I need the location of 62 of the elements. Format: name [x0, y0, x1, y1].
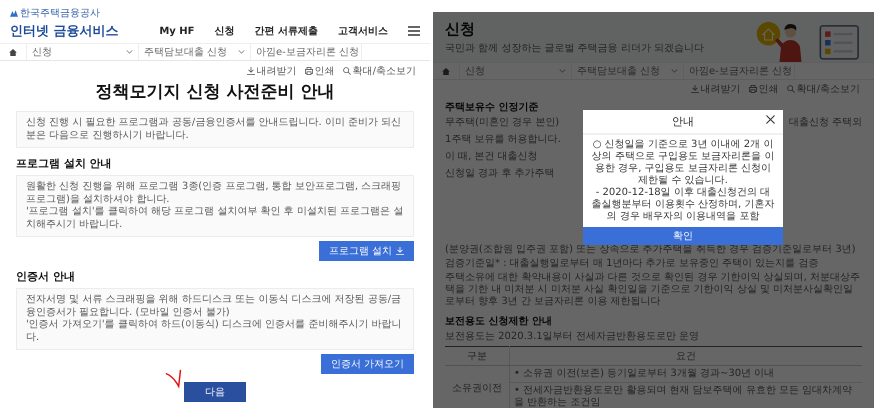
nav-link[interactable]: 신청	[214, 24, 235, 38]
next-button[interactable]: 다음	[184, 382, 246, 402]
dialog-title: 안내	[672, 114, 694, 129]
download-icon	[246, 67, 255, 75]
body-text: 검증기준일* : 대출실행일로부터 매 1년마다 추가로 보유중인 주택이 있는지를 검증	[445, 258, 820, 270]
home-icon	[442, 68, 450, 74]
page-title: 신청	[445, 20, 476, 38]
breadcrumb-dropdown[interactable]: 주택담보대출 신청	[138, 44, 250, 60]
body-text: 보전용도는 2020.3.1일부터 전세자금반환용도로만 운영	[445, 331, 700, 343]
action-button[interactable]: 인증서 가져오기	[320, 354, 414, 374]
notice-text: 원활한 신청 진행을 위해 프로그램 3종(인증 프로그램, 통합 보안프로그램, 스크래핑 프로그램)을 설치하셔야 합니다.	[26, 181, 402, 206]
body-text: 신청일 경과 후 추가주택	[445, 168, 555, 180]
org-name: 한국주택금융공사	[20, 7, 100, 20]
table-cell: • 소유권 이전(보존) 등기일로부터 3개월 경과~30년 이내	[510, 366, 862, 382]
chevron-down-icon	[559, 69, 566, 73]
page-subtitle: 국민과 함께 성장하는 글로벌 주택금융 리더가 되겠습니다	[445, 42, 704, 54]
body-text: (분양권(조합원 입주권 포함) 또는 상속으로 추가주택을 취득한 경우 검증기준일로부터 3년)	[445, 244, 857, 256]
close-icon	[766, 115, 775, 124]
action-button[interactable]: 프로그램 설치	[318, 241, 414, 261]
nav-link[interactable]: 간편 서류제출	[254, 24, 318, 38]
download-icon	[396, 247, 404, 255]
notice-text: 전자서명 및 서류 스크래핑을 위해 하드디스크 또는 이동식 디스크에 저장된 공동/금융인증서가 필요합니다. (모바일 인증서 불가)	[26, 294, 402, 319]
dialog-text: - 2020-12-18일 이후 대출신청건의 대출실행분부터 이용횟수 산정하며, 기혼자의 경우 배우자의 이용내역을 포함	[591, 187, 775, 223]
printer-icon	[748, 85, 757, 93]
search-icon	[786, 85, 795, 93]
column-header: 요건	[510, 346, 862, 366]
section-heading: 보전용도 신청제한 안내	[445, 315, 553, 328]
chevron-down-icon	[671, 69, 678, 73]
service-name[interactable]: 인터넷 금융서비스	[10, 24, 119, 39]
nav-link[interactable]: 고객서비스	[338, 24, 388, 38]
zoom-button[interactable]: 확대/축소보기	[342, 64, 416, 78]
confirm-button[interactable]: 확인	[583, 227, 783, 245]
download-icon	[690, 85, 699, 93]
table-cell: • 전세자금반환용도로만 활용되며 현재 담보주택에 유효한 모든 임대차계약을 반환하는 조건임	[510, 382, 862, 408]
intro-notice: 신청 진행 시 필요한 프로그램과 공동/금융인증서를 안내드립니다. 이미 준비가 되신 분은 다음으로 진행하시기 바랍니다.	[16, 111, 414, 148]
table-cell: 소유권이전	[445, 366, 510, 408]
body-text: 이 때, 본건 대출신청	[445, 151, 538, 163]
body-text: 1주택 보유를 허용합니다.	[445, 134, 561, 146]
chevron-down-icon	[238, 50, 245, 54]
breadcrumb-dropdown[interactable]: 신청	[26, 44, 138, 60]
notice-text: '프로그램 설치'를 클릭하여 해당 프로그램 설치여부 확인 후 미설치된 프로그램은 설치해주시기 바랍니다.	[26, 206, 404, 231]
column-header: 구분	[445, 346, 510, 366]
printer-icon	[304, 67, 313, 75]
home-icon	[9, 48, 17, 56]
chevron-down-icon	[126, 50, 133, 54]
page-title: 정책모기지 신청 사전준비 안내	[94, 81, 336, 103]
body-text: 대출신청 주택외	[788, 117, 862, 129]
dialog-text: ○ 신청일을 기준으로 3년 이내에 2개 이상의 주택으로 구입용도 보금자리론을 이용한 경우, 구입용도 보금자리론 신청이 제한될 수 있습니다.	[591, 139, 775, 187]
notice-text: '인증서 가져오기'를 클릭하여 하드(이동식) 디스크에 인증서를 준비해주시기 바랍니다.	[26, 319, 403, 344]
close-button[interactable]	[766, 115, 775, 124]
section-heading: 주택보유수 인정기준	[445, 101, 540, 114]
logo-icon	[10, 10, 18, 16]
print-button[interactable]: 인쇄	[304, 64, 335, 78]
section-heading: 인증서 안내	[16, 269, 76, 284]
body-text: 주택소유에 대한 확약내용이 사실과 다른 것으로 확인된 경우 기한이익 상실되며, 처분대상주택을 기한 내 미처분 시 미처분 사실 확인일을 기준으로 기한이익 상실 및 미처분사실확인일로부터 향후 3년 간 보금자리론 이용 제한됩니다	[445, 272, 861, 308]
nav-link[interactable]: My HF	[159, 26, 195, 36]
download-button[interactable]: 내려받기	[246, 64, 297, 78]
body-text: 무주택(미혼인 경우 본인)	[445, 117, 560, 129]
breadcrumb-dropdown[interactable]: 아낌e-보금자리론 신청	[250, 44, 362, 60]
section-heading: 프로그램 설치 안내	[16, 156, 113, 171]
menu-icon[interactable]	[408, 26, 420, 36]
search-icon	[342, 67, 351, 75]
